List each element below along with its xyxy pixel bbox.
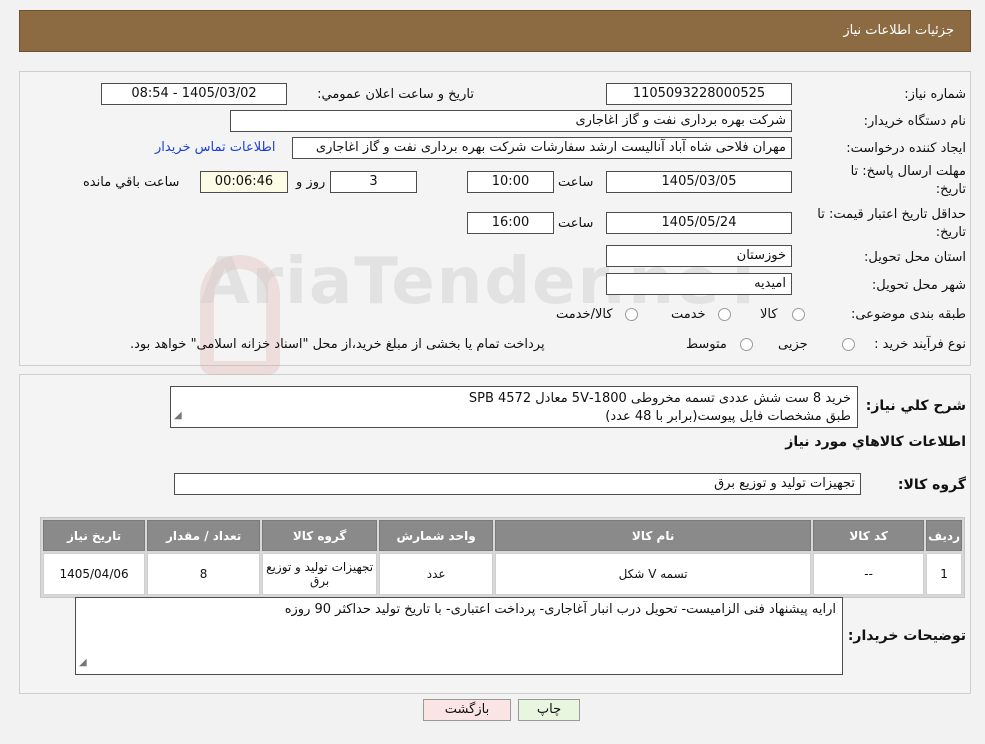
cell-quantity: 8	[147, 553, 261, 595]
validity-label: حداقل تاریخ اعتبار قیمت: تا	[817, 207, 966, 222]
deadline-time-label: ساعت	[558, 175, 594, 190]
description-label: شرح کلي نياز:	[865, 398, 966, 414]
notes-textarea[interactable]: ارایه پیشنهاد فنی الزامیست- تحویل درب ان…	[75, 597, 843, 675]
buyer-org-label: نام دستگاه خريدار:	[863, 114, 966, 129]
page-header: جزئیات اطلاعات نیاز	[19, 10, 971, 52]
province-field: خوزستان	[606, 245, 792, 267]
col-unit: واحد شمارش	[379, 520, 494, 551]
validity-time-label: ساعت	[558, 216, 594, 231]
category-option-goods: کالا	[760, 307, 778, 322]
category-radio-service[interactable]	[718, 308, 731, 321]
validity-time-field: 16:00	[467, 212, 554, 234]
col-date: تاريخ نياز	[43, 520, 146, 551]
print-button[interactable]: چاپ	[518, 699, 580, 721]
creator-label: ایجاد کننده درخواست:	[846, 141, 966, 156]
need-number-field: 1105093228000525	[606, 83, 792, 105]
goods-table-header: رديف کد کالا نام کالا واحد شمارش گروه کا…	[43, 520, 962, 551]
col-code: کد کالا	[813, 520, 925, 551]
category-option-goods-service: کالا/خدمت	[556, 307, 613, 322]
announce-datetime-field: 1405/03/02 - 08:54	[101, 83, 287, 105]
creator-field: مهران فلاحی شاه آباد آنالیست ارشد سفارشا…	[292, 137, 792, 159]
remaining-label: ساعت باقي مانده	[83, 175, 180, 190]
category-radio-goods[interactable]	[792, 308, 805, 321]
goods-group-label: گروه کالا:	[897, 477, 966, 493]
process-option-minor: جزیی	[778, 337, 808, 352]
description-line-1: خرید 8 ست شش عددی تسمه مخروطی 1800-5V مع…	[468, 391, 851, 406]
process-radio-medium[interactable]	[740, 338, 753, 351]
cell-row: 1	[926, 553, 962, 595]
page-title: جزئیات اطلاعات نیاز	[843, 23, 954, 38]
cell-unit: عدد	[379, 553, 494, 595]
validity-label-date: تاریخ:	[935, 225, 966, 240]
process-option-medium: متوسط	[686, 337, 727, 352]
buyer-contact-link[interactable]: اطلاعات تماس خریدار	[155, 140, 275, 155]
col-row: رديف	[926, 520, 962, 551]
announce-label: تاریخ و ساعت اعلان عمومي:	[317, 87, 474, 102]
cell-date: 1405/04/06	[43, 553, 146, 595]
remaining-time-field: 00:06:46	[200, 171, 288, 193]
process-radio-minor[interactable]	[842, 338, 855, 351]
buyer-org-field: شرکت بهره برداری نفت و گاز اغاجاری	[230, 110, 792, 132]
category-label: طبقه بندی موضوعی:	[850, 307, 966, 322]
days-label: روز و	[296, 175, 326, 190]
table-row: 1 -- تسمه V شکل عدد تجهیزات تولید و توزی…	[43, 553, 962, 595]
city-label: شهر محل تحویل:	[871, 278, 966, 293]
deadline-time-field: 10:00	[467, 171, 554, 193]
goods-section-title: اطلاعات کالاهاي مورد نياز	[785, 434, 966, 450]
col-group: گروه کالا	[262, 520, 378, 551]
cell-group: تجهیزات تولید و توزیع برق	[262, 553, 378, 595]
validity-date-field: 1405/05/24	[606, 212, 792, 234]
col-quantity: تعداد / مقدار	[147, 520, 261, 551]
category-radio-goods-service[interactable]	[625, 308, 638, 321]
description-textarea[interactable]: خرید 8 ست شش عددی تسمه مخروطی 1800-5V مع…	[170, 386, 858, 428]
category-option-service: خدمت	[671, 307, 706, 322]
col-name: نام کالا	[495, 520, 812, 551]
process-note: پرداخت تمام یا بخشی از مبلغ خرید،از محل …	[130, 337, 545, 352]
days-field: 3	[330, 171, 417, 193]
goods-table: رديف کد کالا نام کالا واحد شمارش گروه کا…	[40, 517, 965, 598]
need-number-label: شماره نیاز:	[904, 87, 966, 102]
deadline-label-date: تاریخ:	[935, 182, 966, 197]
notes-label: توضیحات خریدار:	[847, 628, 966, 644]
back-button[interactable]: بازگشت	[423, 699, 511, 721]
goods-group-field: تجهیزات تولید و توزیع برق	[174, 473, 861, 495]
cell-code: --	[813, 553, 925, 595]
province-label: استان محل تحویل:	[864, 250, 966, 265]
city-field: امیدیه	[606, 273, 792, 295]
description-line-2: طبق مشخصات فایل پیوست(برابر با 48 عدد)	[605, 409, 851, 424]
resize-grip-icon: ◢	[174, 410, 182, 421]
deadline-date-field: 1405/03/05	[606, 171, 792, 193]
process-label: نوع فرآیند خرید :	[874, 337, 966, 352]
resize-grip-icon: ◢	[79, 657, 87, 668]
deadline-label: مهلت ارسال پاسخ: تا	[850, 164, 966, 179]
cell-name: تسمه V شکل	[495, 553, 812, 595]
notes-text: ارایه پیشنهاد فنی الزامیست- تحویل درب ان…	[284, 602, 836, 617]
